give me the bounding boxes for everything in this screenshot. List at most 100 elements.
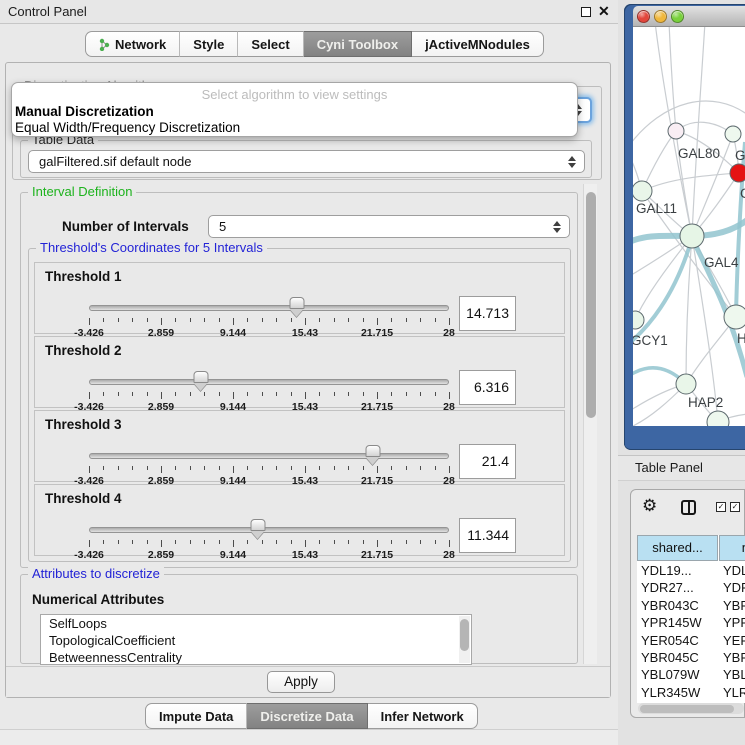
checkbox-icon[interactable]: ✓: [716, 502, 726, 512]
tick-mark: [449, 466, 450, 473]
dropdown-option-equal-width[interactable]: Equal Width/Frequency Discretization: [15, 120, 240, 135]
zoom-traffic-light-icon[interactable]: [671, 10, 684, 23]
slider-track[interactable]: [89, 379, 449, 385]
slider-track[interactable]: [89, 453, 449, 459]
network-node[interactable]: [724, 305, 745, 329]
network-node[interactable]: [633, 311, 644, 329]
network-node[interactable]: [633, 181, 652, 201]
dropdown-option-manual[interactable]: Manual Discretization: [15, 104, 154, 119]
apply-button[interactable]: Apply: [267, 671, 335, 693]
threshold-row: Threshold 2-3.4262.8599.14415.4321.71528…: [34, 336, 565, 408]
network-node[interactable]: [725, 126, 741, 142]
slider-handle[interactable]: [193, 371, 208, 391]
threshold-slider[interactable]: -3.4262.8599.14415.4321.71528: [89, 301, 449, 333]
tab-discretize-data[interactable]: Discretize Data: [247, 703, 367, 729]
slider-track[interactable]: [89, 527, 449, 533]
table-cell[interactable]: YBL0: [719, 666, 745, 683]
scrollbar-thumb[interactable]: [586, 192, 596, 418]
threshold-value-field[interactable]: 11.344: [459, 518, 516, 553]
table-cell[interactable]: YER0: [719, 632, 745, 649]
checkbox-icon[interactable]: ✓: [730, 502, 740, 512]
split-columns-icon[interactable]: [681, 500, 696, 515]
tick-mark: [247, 466, 248, 470]
tick-mark: [175, 540, 176, 544]
attribute-list-item[interactable]: BetweennessCentrality: [41, 649, 471, 665]
threshold-slider[interactable]: -3.4262.8599.14415.4321.71528: [89, 523, 449, 555]
table-cell[interactable]: YBR043C: [637, 597, 718, 614]
tick-mark: [204, 318, 205, 322]
tick-mark: [449, 392, 450, 399]
node-table[interactable]: shared...naYDL19...YDL1YDR27...YDR2YBR04…: [637, 535, 745, 703]
network-node[interactable]: [668, 123, 684, 139]
network-canvas[interactable]: GAL80GACGAL11GAL4GCY1HHAP2: [633, 27, 745, 426]
table-cell[interactable]: YBR0: [719, 649, 745, 666]
gear-icon[interactable]: ⚙: [642, 496, 657, 516]
table-cell[interactable]: YER054C: [637, 632, 718, 649]
scrollbar-thumb[interactable]: [640, 705, 734, 713]
table-cell[interactable]: YBL079W: [637, 666, 718, 683]
tab-infer-network[interactable]: Infer Network: [368, 703, 478, 729]
tick-mark: [305, 318, 306, 325]
network-window-titlebar[interactable]: [633, 6, 745, 27]
tick-mark: [247, 392, 248, 396]
table-cell[interactable]: YDL1: [719, 562, 745, 579]
network-node-label: GA: [735, 148, 745, 163]
table-cell[interactable]: YBR045C: [637, 649, 718, 666]
tick-mark: [204, 540, 205, 544]
table-data-combobox[interactable]: galFiltered.sif default node: [28, 150, 585, 173]
table-cell[interactable]: YLR3: [719, 684, 745, 701]
slider-handle[interactable]: [289, 297, 304, 317]
tab-jactivemnodules[interactable]: jActiveMNodules: [412, 31, 544, 57]
tab-select[interactable]: Select: [238, 31, 303, 57]
network-node-label: H: [737, 331, 745, 346]
close-icon[interactable]: ✕: [598, 3, 610, 20]
close-traffic-light-icon[interactable]: [637, 10, 650, 23]
slider-handle[interactable]: [251, 519, 266, 539]
slider-ticks: [89, 318, 449, 326]
minimize-traffic-light-icon[interactable]: [654, 10, 667, 23]
tab-style[interactable]: Style: [180, 31, 238, 57]
table-hscrollbar[interactable]: [638, 703, 744, 714]
table-cell[interactable]: YLR345W: [637, 684, 718, 701]
tick-mark: [103, 318, 104, 322]
attributes-scrollbar[interactable]: [459, 616, 470, 663]
threshold-value-field[interactable]: 6.316: [459, 370, 516, 405]
combo-arrows-icon: [568, 156, 576, 168]
network-node[interactable]: [676, 374, 696, 394]
tab-impute-data[interactable]: Impute Data: [145, 703, 247, 729]
network-edge: [692, 27, 705, 236]
tick-mark: [291, 540, 292, 544]
table-cell[interactable]: YDR27...: [637, 579, 718, 596]
table-header-cell[interactable]: shared...: [637, 535, 718, 561]
scrollbar-thumb[interactable]: [460, 619, 469, 651]
threshold-value-field[interactable]: 14.713: [459, 296, 516, 331]
table-cell[interactable]: YBR0: [719, 597, 745, 614]
tab-cyni-toolbox[interactable]: Cyni Toolbox: [304, 31, 412, 57]
tab-network[interactable]: Network: [85, 31, 180, 57]
table-cell[interactable]: YPR1: [719, 614, 745, 631]
float-window-icon[interactable]: [581, 7, 591, 17]
tick-label: 21.715: [361, 549, 393, 561]
numerical-attributes-label: Numerical Attributes: [32, 592, 164, 607]
threshold-slider[interactable]: -3.4262.8599.14415.4321.71528: [89, 375, 449, 407]
network-node-label: GAL80: [678, 146, 720, 161]
thresholds-group-title: Threshold's Coordinates for 5 Intervals: [36, 241, 267, 255]
attribute-list-item[interactable]: SelfLoops: [41, 615, 471, 632]
slider-track[interactable]: [89, 305, 449, 311]
number-of-intervals-combobox[interactable]: 5: [208, 215, 570, 238]
threshold-slider[interactable]: -3.4262.8599.14415.4321.71528: [89, 449, 449, 481]
numerical-attributes-list[interactable]: SelfLoopsTopologicalCoefficientBetweenne…: [40, 614, 472, 665]
attribute-list-item[interactable]: TopologicalCoefficient: [41, 632, 471, 649]
network-node[interactable]: [730, 164, 745, 182]
table-cell[interactable]: YDL19...: [637, 562, 718, 579]
network-edge: [686, 317, 736, 384]
tick-mark: [118, 392, 119, 396]
tick-mark: [132, 392, 133, 396]
slider-handle[interactable]: [366, 445, 381, 465]
table-cell[interactable]: YDR2: [719, 579, 745, 596]
table-cell[interactable]: YPR145W: [637, 614, 718, 631]
threshold-value-field[interactable]: 21.4: [459, 444, 516, 479]
settings-scrollbar[interactable]: [583, 184, 597, 664]
network-node[interactable]: [680, 224, 704, 248]
table-header-cell[interactable]: na: [719, 535, 745, 561]
